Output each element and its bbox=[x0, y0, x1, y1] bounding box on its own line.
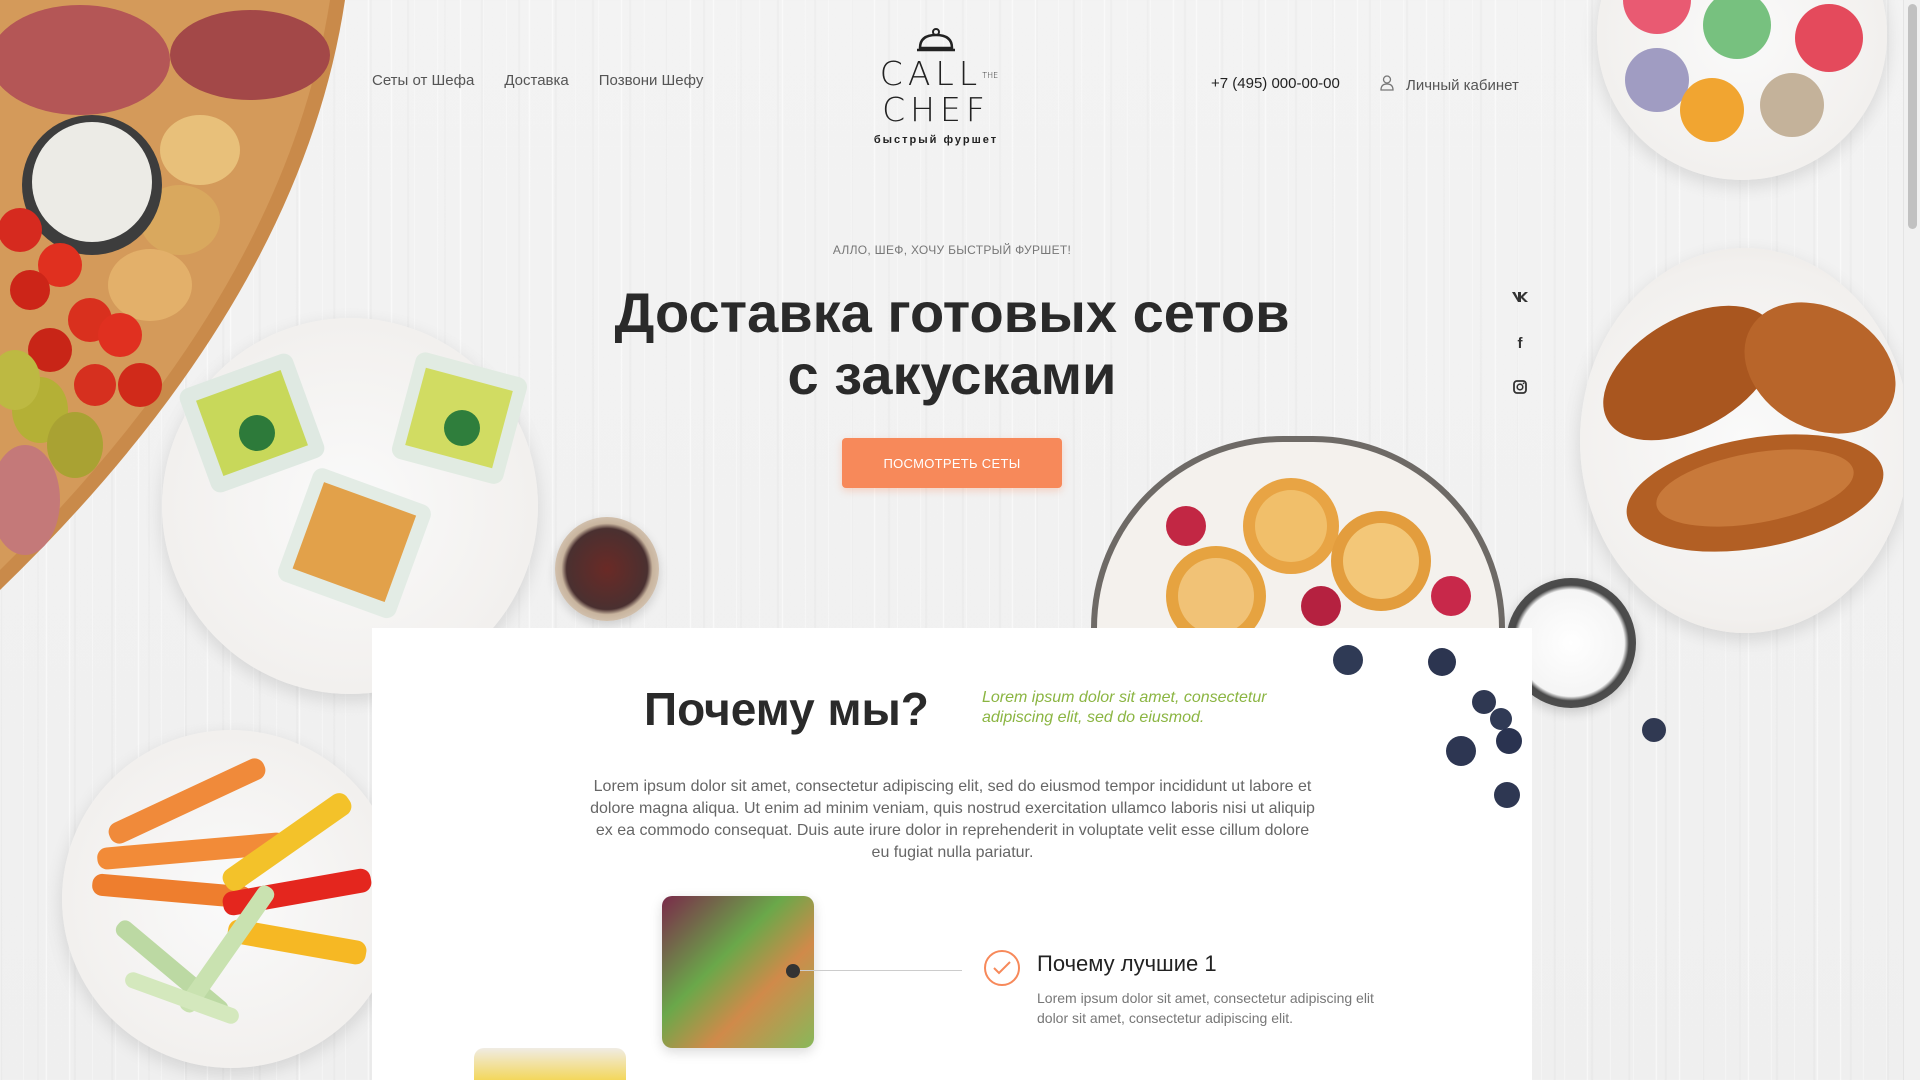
phone-number[interactable]: +7 (495) 000-00-00 bbox=[1211, 75, 1340, 92]
why-us-text: Lorem ipsum dolor sit amet, consectetur … bbox=[590, 778, 1315, 861]
main-nav: Сеты от Шефа Доставка Позвони Шефу bbox=[372, 72, 703, 89]
view-sets-button[interactable]: ПОСМОТРЕТЬ СЕТЫ bbox=[842, 438, 1062, 488]
why-us-subtitle: Lorem ipsum dolor sit amet, consectetur … bbox=[982, 689, 1267, 726]
vegetables-plate-image bbox=[62, 730, 400, 1068]
instagram-icon[interactable] bbox=[1510, 380, 1530, 398]
feature-connector bbox=[800, 970, 962, 971]
feature-text: Lorem ipsum dolor sit amet, consectetur … bbox=[1037, 990, 1374, 1026]
user-icon bbox=[1380, 75, 1394, 95]
hero-title: Доставка готовых сетов с закусками bbox=[614, 281, 1290, 406]
syrniki-plate-image bbox=[1091, 436, 1505, 628]
account-link[interactable]: Личный кабинет bbox=[1380, 75, 1519, 95]
pepper-bowl-image bbox=[555, 517, 659, 621]
logo[interactable]: CALLTHECHEF быстрый фуршет bbox=[866, 28, 1006, 146]
account-label: Личный кабинет bbox=[1406, 76, 1519, 94]
logo-tagline: быстрый фуршет bbox=[873, 134, 999, 146]
corn-box-image bbox=[474, 1048, 626, 1080]
check-icon bbox=[984, 950, 1020, 986]
why-us-title: Почему мы? bbox=[644, 683, 929, 735]
scrollbar-thumb[interactable] bbox=[1908, 4, 1917, 229]
page-scrollbar[interactable] bbox=[1903, 0, 1920, 1080]
feature-title: Почему лучшие 1 bbox=[1037, 951, 1217, 976]
facebook-icon[interactable]: f bbox=[1510, 335, 1530, 352]
macarons-plate-image bbox=[1597, 0, 1887, 180]
vk-icon[interactable] bbox=[1510, 290, 1530, 307]
cloche-icon bbox=[916, 28, 956, 54]
hero-eyebrow: АЛЛО, ШЕФ, ХОЧУ БЫСТРЫЙ ФУРШЕТ! bbox=[832, 243, 1072, 257]
nav-item-chef-sets[interactable]: Сеты от Шефа bbox=[372, 72, 474, 89]
feature-connector-dot bbox=[786, 964, 800, 978]
logo-wordmark: CALLTHECHEF bbox=[879, 54, 999, 129]
croissants-plate-image bbox=[1580, 248, 1910, 633]
social-links: f bbox=[1510, 290, 1530, 398]
nav-item-delivery[interactable]: Доставка bbox=[504, 72, 568, 89]
nav-item-call-chef[interactable]: Позвони Шефу bbox=[599, 72, 704, 89]
